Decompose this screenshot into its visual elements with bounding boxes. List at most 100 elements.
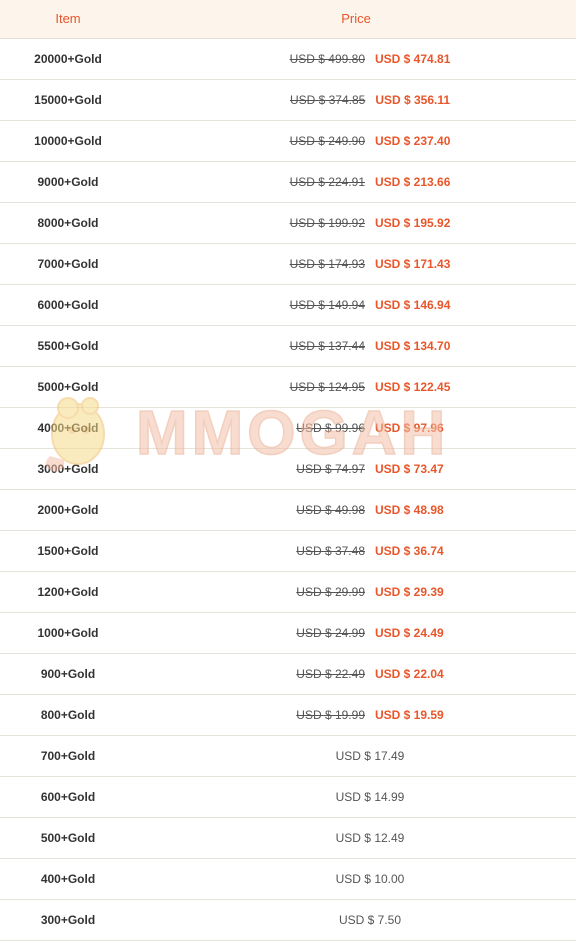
- original-price: USD $ 137.44: [289, 338, 365, 353]
- original-price: USD $ 224.91: [289, 174, 365, 189]
- price-cell: USD $ 99.96 USD $ 97.96: [136, 407, 576, 449]
- discount-price: USD $ 73.47: [375, 461, 444, 476]
- item-name: 3000+Gold: [0, 448, 136, 490]
- item-name: 10000+Gold: [0, 120, 136, 162]
- item-name: 7000+Gold: [0, 243, 136, 285]
- discount-price: USD $ 146.94: [375, 297, 451, 312]
- price-table: Item Price 20000+Gold USD $ 499.80 USD $ 4…: [0, 0, 576, 941]
- table-row: 800+Gold USD $ 19.99 USD $ 19.59: [0, 694, 576, 736]
- table-row: 500+Gold USD $ 12.49: [0, 817, 576, 859]
- table-row: 600+Gold USD $ 14.99: [0, 776, 576, 818]
- discount-price: USD $ 29.39: [375, 584, 444, 599]
- original-price: USD $ 29.99: [296, 584, 365, 599]
- item-name: 500+Gold: [0, 817, 136, 859]
- discount-price: USD $ 195.92: [375, 215, 451, 230]
- discount-price: USD $ 134.70: [375, 338, 451, 353]
- item-name: 20000+Gold: [0, 38, 136, 80]
- price-cell: USD $ 14.99: [136, 776, 576, 818]
- price-cell: USD $ 19.99 USD $ 19.59: [136, 694, 576, 736]
- item-name: 1500+Gold: [0, 530, 136, 572]
- table-row: 6000+Gold USD $ 149.94 USD $ 146.94: [0, 284, 576, 326]
- original-price: USD $ 22.49: [296, 666, 365, 681]
- original-price: USD $ 37.48: [296, 543, 365, 558]
- original-price: USD $ 499.80: [289, 51, 365, 66]
- item-name: 700+Gold: [0, 735, 136, 777]
- original-price: USD $ 19.99: [296, 707, 365, 722]
- table-row: 900+Gold USD $ 22.49 USD $ 22.04: [0, 653, 576, 695]
- table-row: 5500+Gold USD $ 137.44 USD $ 134.70: [0, 325, 576, 367]
- discount-price: USD $ 474.81: [375, 51, 451, 66]
- discount-price: USD $ 36.74: [375, 543, 444, 558]
- column-header-item: Item: [0, 0, 136, 39]
- original-price: USD $ 49.98: [296, 502, 365, 517]
- original-price: USD $ 24.99: [296, 625, 365, 640]
- original-price: USD $ 249.90: [289, 133, 365, 148]
- item-name: 400+Gold: [0, 858, 136, 900]
- price-cell: USD $ 37.48 USD $ 36.74: [136, 530, 576, 572]
- price-cell: USD $ 7.50: [136, 899, 576, 941]
- original-price: USD $ 74.97: [296, 461, 365, 476]
- table-row: 10000+Gold USD $ 249.90 USD $ 237.40: [0, 120, 576, 162]
- table-row: 1500+Gold USD $ 37.48 USD $ 36.74: [0, 530, 576, 572]
- price: USD $ 10.00: [335, 871, 405, 886]
- table-row: 700+Gold USD $ 17.49: [0, 735, 576, 777]
- discount-price: USD $ 213.66: [375, 174, 451, 189]
- discount-price: USD $ 97.96: [375, 420, 444, 435]
- table-row: 3000+Gold USD $ 74.97 USD $ 73.47: [0, 448, 576, 490]
- price-cell: USD $ 374.85 USD $ 356.11: [136, 79, 576, 121]
- item-name: 5000+Gold: [0, 366, 136, 408]
- price-cell: USD $ 124.95 USD $ 122.45: [136, 366, 576, 408]
- price-cell: USD $ 249.90 USD $ 237.40: [136, 120, 576, 162]
- price-cell: USD $ 137.44 USD $ 134.70: [136, 325, 576, 367]
- discount-price: USD $ 22.04: [375, 666, 444, 681]
- item-name: 8000+Gold: [0, 202, 136, 244]
- price-cell: USD $ 224.91 USD $ 213.66: [136, 161, 576, 203]
- table-row: 20000+Gold USD $ 499.80 USD $ 474.81: [0, 38, 576, 80]
- price: USD $ 7.50: [338, 912, 402, 927]
- discount-price: USD $ 122.45: [375, 379, 451, 394]
- price: USD $ 12.49: [335, 830, 405, 845]
- original-price: USD $ 174.93: [289, 256, 365, 271]
- price-cell: USD $ 149.94 USD $ 146.94: [136, 284, 576, 326]
- price-cell: USD $ 499.80 USD $ 474.81: [136, 38, 576, 80]
- item-name: 300+Gold: [0, 899, 136, 941]
- table-header: Item Price: [0, 0, 576, 39]
- item-name: 900+Gold: [0, 653, 136, 695]
- item-name: 800+Gold: [0, 694, 136, 736]
- item-name: 15000+Gold: [0, 79, 136, 121]
- discount-price: USD $ 19.59: [375, 707, 444, 722]
- item-name: 5500+Gold: [0, 325, 136, 367]
- discount-price: USD $ 356.11: [375, 92, 451, 107]
- price-cell: USD $ 24.99 USD $ 24.49: [136, 612, 576, 654]
- price-cell: USD $ 12.49: [136, 817, 576, 859]
- table-row: 9000+Gold USD $ 224.91 USD $ 213.66: [0, 161, 576, 203]
- price: USD $ 17.49: [335, 748, 405, 763]
- table-row: 7000+Gold USD $ 174.93 USD $ 171.43: [0, 243, 576, 285]
- item-name: 9000+Gold: [0, 161, 136, 203]
- item-name: 1000+Gold: [0, 612, 136, 654]
- table-row: 5000+Gold USD $ 124.95 USD $ 122.45: [0, 366, 576, 408]
- original-price: USD $ 199.92: [289, 215, 365, 230]
- item-name: 2000+Gold: [0, 489, 136, 531]
- table-row: 15000+Gold USD $ 374.85 USD $ 356.11: [0, 79, 576, 121]
- table-row: 400+Gold USD $ 10.00: [0, 858, 576, 900]
- table-row: 1000+Gold USD $ 24.99 USD $ 24.49: [0, 612, 576, 654]
- item-name: 600+Gold: [0, 776, 136, 818]
- table-row: 300+Gold USD $ 7.50: [0, 899, 576, 941]
- item-name: 1200+Gold: [0, 571, 136, 613]
- item-name: 4000+Gold: [0, 407, 136, 449]
- table-row: 8000+Gold USD $ 199.92 USD $ 195.92: [0, 202, 576, 244]
- price-cell: USD $ 22.49 USD $ 22.04: [136, 653, 576, 695]
- header-row: Item Price: [0, 0, 576, 39]
- original-price: USD $ 374.85: [289, 92, 366, 107]
- price-cell: USD $ 29.99 USD $ 29.39: [136, 571, 576, 613]
- discount-price: USD $ 171.43: [375, 256, 451, 271]
- price-cell: USD $ 10.00: [136, 858, 576, 900]
- price-cell: USD $ 199.92 USD $ 195.92: [136, 202, 576, 244]
- table-row: 4000+Gold USD $ 99.96 USD $ 97.96: [0, 407, 576, 449]
- price-cell: USD $ 74.97 USD $ 73.47: [136, 448, 576, 490]
- price-cell: USD $ 174.93 USD $ 171.43: [136, 243, 576, 285]
- table-row: 2000+Gold USD $ 49.98 USD $ 48.98: [0, 489, 576, 531]
- column-header-price: Price: [136, 0, 576, 39]
- price: USD $ 14.99: [335, 789, 405, 804]
